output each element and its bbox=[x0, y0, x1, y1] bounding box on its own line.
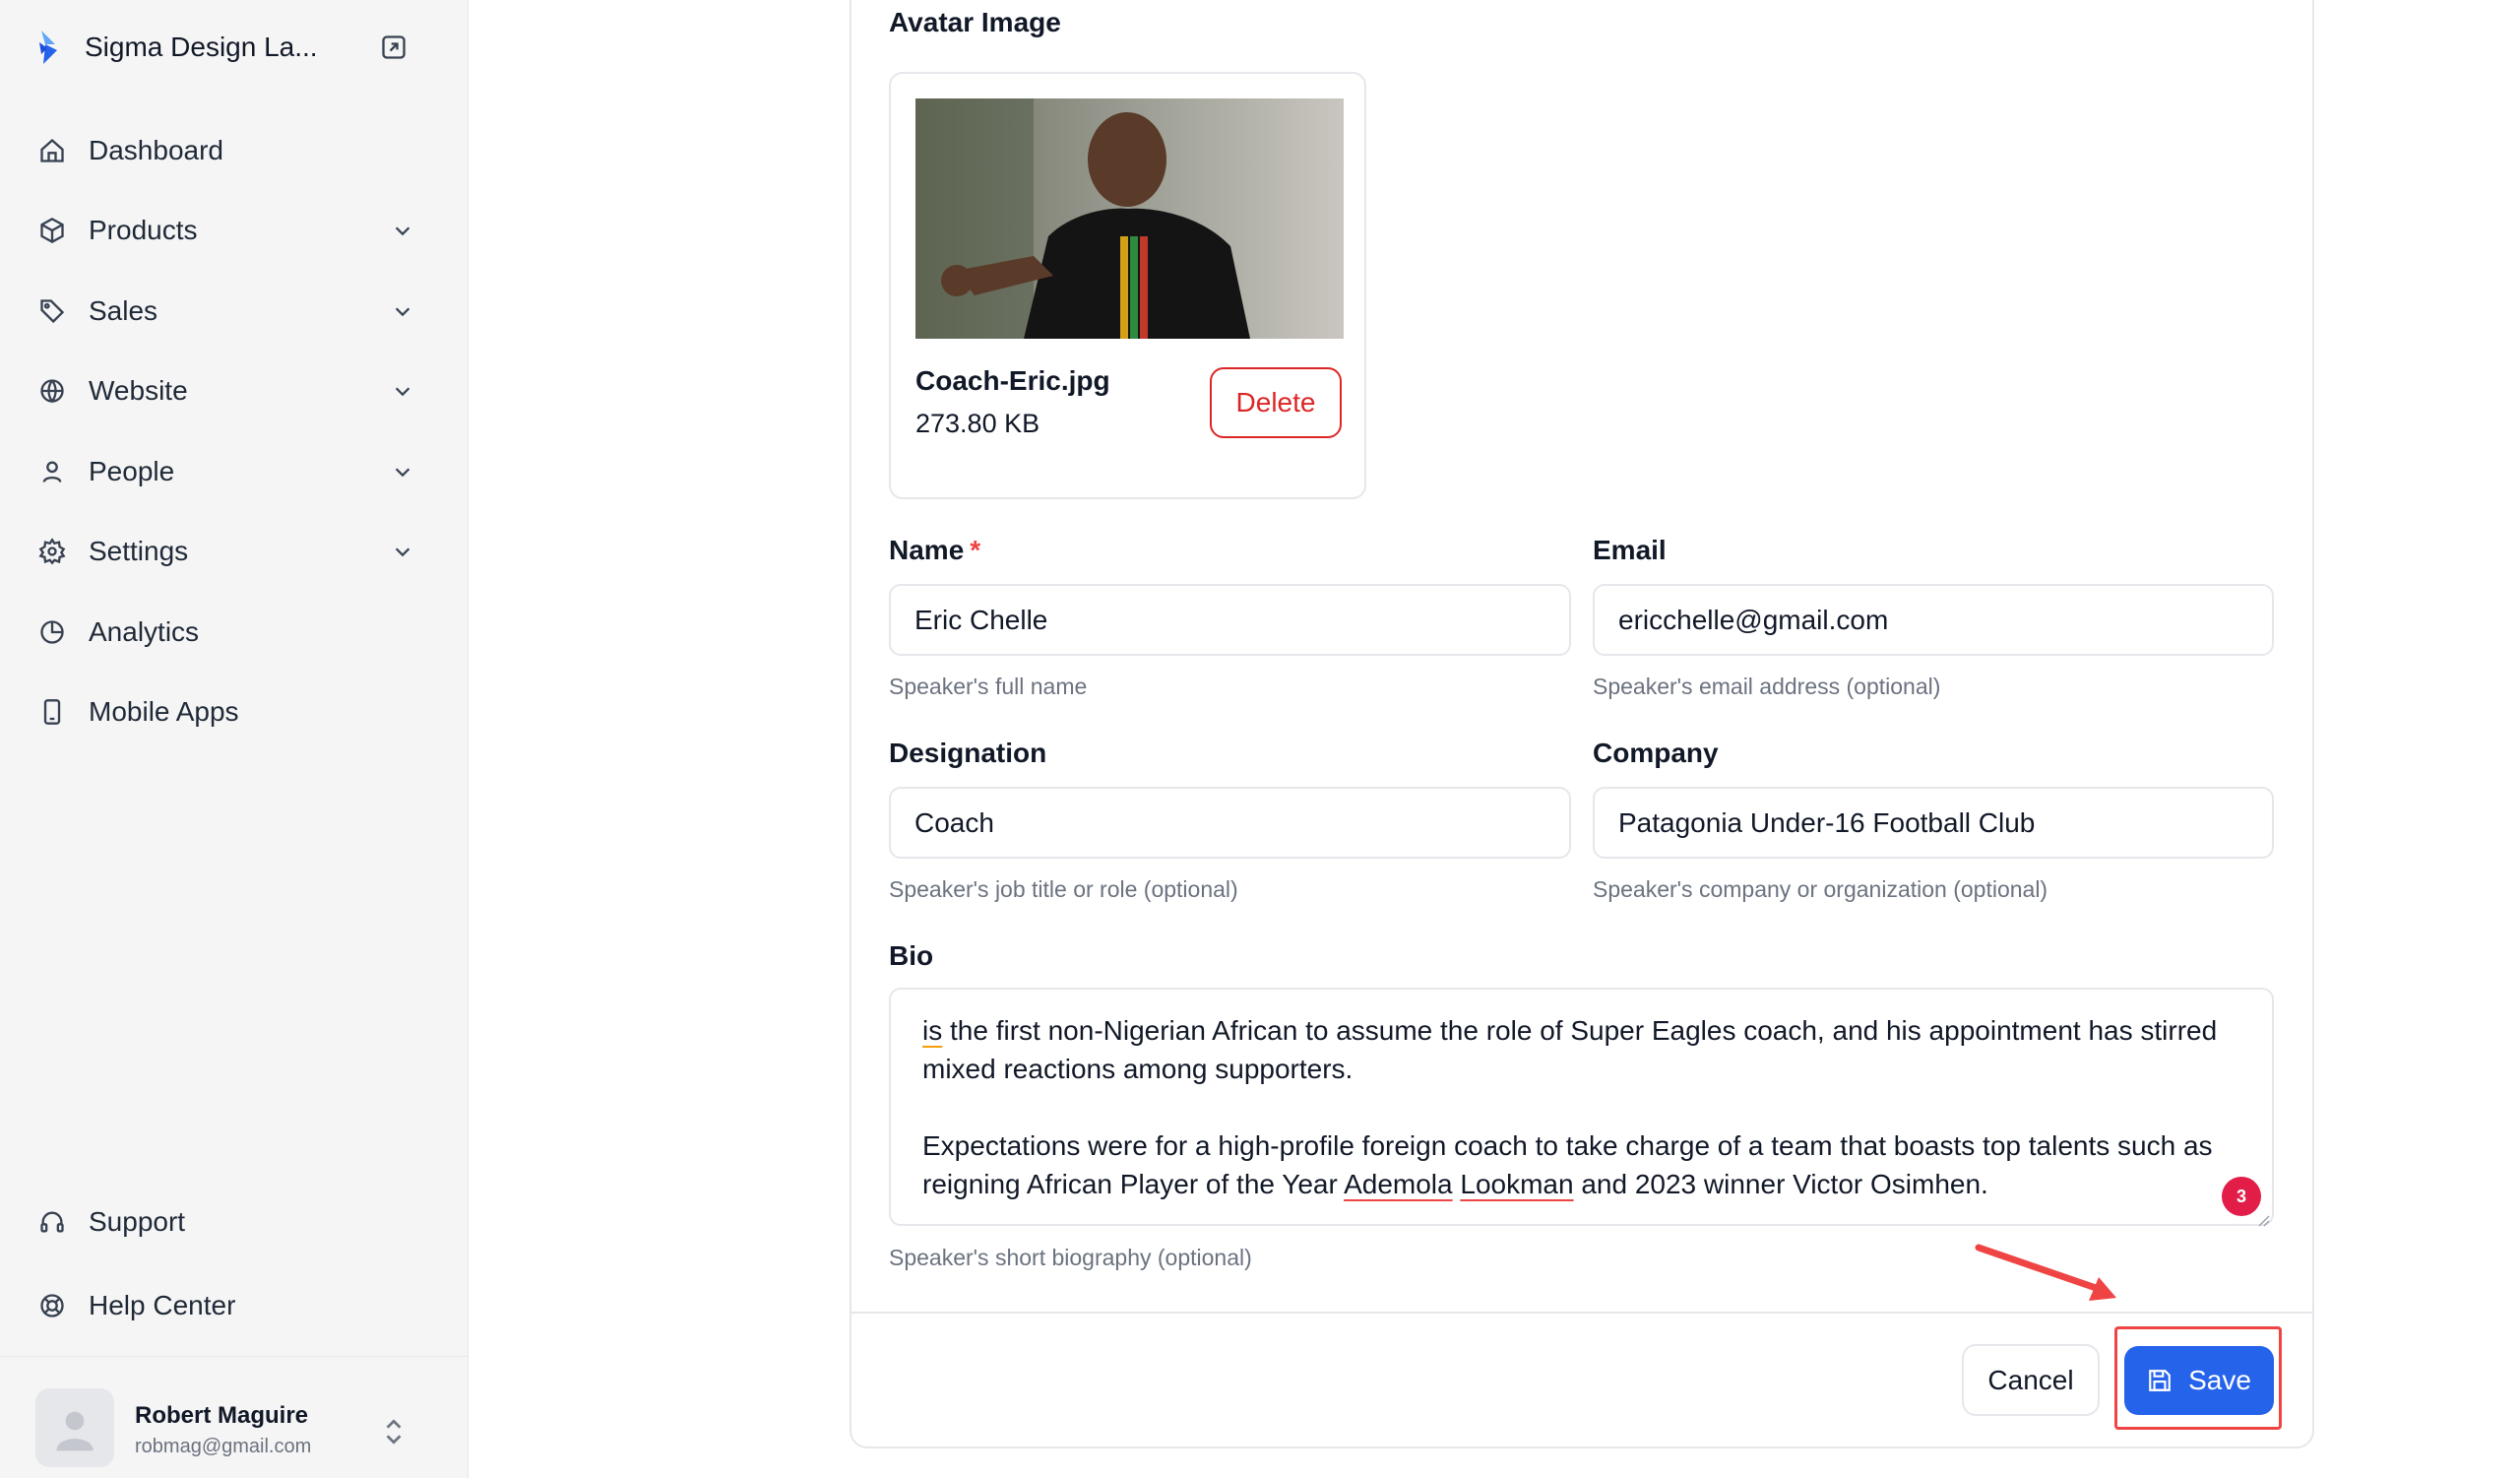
sidebar-item-label: Website bbox=[89, 375, 188, 407]
name-field[interactable]: Eric Chelle bbox=[889, 584, 1571, 656]
brand-logo-icon bbox=[35, 28, 63, 67]
lifebuoy-icon bbox=[37, 1291, 67, 1320]
designation-field-value: Coach bbox=[914, 806, 994, 838]
avatar-file-size: 273.80 KB bbox=[915, 409, 1040, 438]
sidebar-item-label: Analytics bbox=[89, 615, 200, 647]
designation-label: Designation bbox=[889, 738, 1047, 768]
sidebar-item-label: Help Center bbox=[89, 1289, 236, 1320]
bio-misspelled-word: Lookman bbox=[1460, 1169, 1574, 1199]
user-email: robmag@gmail.com bbox=[135, 1436, 312, 1457]
sidebar-item-label: Sales bbox=[89, 294, 158, 326]
pie-chart-icon bbox=[37, 617, 67, 647]
save-button-label: Save bbox=[2188, 1365, 2251, 1395]
chevron-up-down-icon[interactable] bbox=[374, 1412, 413, 1451]
name-field-value: Eric Chelle bbox=[914, 604, 1048, 635]
mobile-icon bbox=[37, 697, 67, 727]
sidebar-item-label: Support bbox=[89, 1205, 186, 1237]
sidebar-item-label: People bbox=[89, 455, 175, 486]
email-help: Speaker's email address (optional) bbox=[1593, 674, 1941, 699]
avatar-file-name: Coach-Eric.jpg bbox=[915, 365, 1110, 396]
company-field-value: Patagonia Under-16 Football Club bbox=[1618, 806, 2036, 838]
globe-icon bbox=[37, 376, 67, 406]
company-label: Company bbox=[1593, 738, 1719, 768]
main-nav: Dashboard Products Sales Website People … bbox=[24, 110, 417, 752]
email-label: Email bbox=[1593, 535, 1667, 565]
spellcheck-count-badge[interactable]: 3 bbox=[2222, 1177, 2261, 1216]
bio-blank-line bbox=[922, 1088, 2242, 1126]
bio-text: and 2023 winner Victor Osimhen. bbox=[1573, 1169, 1988, 1199]
headset-icon bbox=[37, 1207, 67, 1237]
company-field[interactable]: Patagonia Under-16 Football Club bbox=[1593, 787, 2274, 859]
sidebar: Sigma Design La... Dashboard Products Sa… bbox=[0, 0, 469, 1478]
sidebar-item-people[interactable]: People bbox=[24, 431, 417, 512]
sidebar-item-products[interactable]: Products bbox=[24, 191, 417, 272]
name-label: Name * bbox=[889, 535, 980, 566]
user-menu[interactable]: Robert Maguire robmag@gmail.com bbox=[0, 1356, 469, 1478]
user-icon bbox=[37, 457, 67, 486]
arrow-annotation-icon bbox=[1975, 1244, 2116, 1301]
sidebar-item-label: Mobile Apps bbox=[89, 696, 239, 728]
sidebar-item-sales[interactable]: Sales bbox=[24, 271, 417, 352]
tag-icon bbox=[37, 296, 67, 326]
sidebar-item-label: Products bbox=[89, 215, 198, 246]
gear-icon bbox=[37, 537, 67, 566]
email-field[interactable]: ericchelle@gmail.com bbox=[1593, 584, 2274, 656]
sidebar-item-support[interactable]: Support bbox=[24, 1180, 417, 1263]
sidebar-item-help-center[interactable]: Help Center bbox=[24, 1263, 417, 1347]
designation-help: Speaker's job title or role (optional) bbox=[889, 876, 1238, 902]
chevron-down-icon[interactable] bbox=[388, 216, 417, 245]
bottom-nav: Support Help Center bbox=[24, 1180, 417, 1347]
bio-flagged-word: is bbox=[922, 1015, 943, 1046]
sidebar-item-website[interactable]: Website bbox=[24, 352, 417, 432]
brand-switcher[interactable]: Sigma Design La... bbox=[35, 24, 410, 71]
bio-textarea[interactable]: is the first non-Nigerian African to ass… bbox=[889, 988, 2274, 1226]
save-button[interactable]: Save bbox=[2124, 1346, 2274, 1415]
sidebar-item-mobile-apps[interactable]: Mobile Apps bbox=[24, 673, 417, 753]
delete-avatar-button[interactable]: Delete bbox=[1210, 367, 1342, 438]
avatar-photo bbox=[915, 98, 1344, 339]
sidebar-item-settings[interactable]: Settings bbox=[24, 512, 417, 593]
sidebar-item-label: Dashboard bbox=[89, 134, 223, 165]
chevron-down-icon[interactable] bbox=[388, 537, 417, 566]
brand-name: Sigma Design La... bbox=[85, 32, 318, 62]
bio-help: Speaker's short biography (optional) bbox=[889, 1245, 1252, 1270]
bio-label: Bio bbox=[889, 940, 934, 971]
bio-paragraph: is the first non-Nigerian African to ass… bbox=[922, 1011, 2242, 1088]
name-label-text: Name bbox=[889, 535, 965, 565]
required-marker: * bbox=[970, 535, 981, 565]
avatar-image-label: Avatar Image bbox=[889, 7, 1061, 37]
box-icon bbox=[37, 216, 67, 245]
bio-text: the first non-Nigerian African to assume… bbox=[922, 1015, 2218, 1084]
bio-misspelled-word: Ademola bbox=[1344, 1169, 1453, 1199]
avatar-upload-preview: Coach-Eric.jpg 273.80 KB Delete bbox=[889, 72, 1366, 499]
save-icon bbox=[2147, 1368, 2173, 1393]
user-name: Robert Maguire bbox=[135, 1402, 309, 1429]
sidebar-item-analytics[interactable]: Analytics bbox=[24, 592, 417, 673]
company-help: Speaker's company or organization (optio… bbox=[1593, 876, 2048, 902]
sidebar-item-label: Settings bbox=[89, 536, 189, 567]
name-help: Speaker's full name bbox=[889, 674, 1088, 699]
chevron-down-icon[interactable] bbox=[388, 457, 417, 486]
chevron-down-icon[interactable] bbox=[388, 296, 417, 326]
bio-paragraph: Expectations were for a high-profile for… bbox=[922, 1126, 2242, 1203]
chevron-down-icon[interactable] bbox=[388, 376, 417, 406]
resize-grip-icon[interactable] bbox=[2254, 1211, 2270, 1227]
cancel-button[interactable]: Cancel bbox=[1962, 1344, 2100, 1416]
avatar bbox=[35, 1388, 114, 1467]
home-icon bbox=[37, 136, 67, 165]
sidebar-item-dashboard[interactable]: Dashboard bbox=[24, 110, 417, 191]
external-link-icon[interactable] bbox=[378, 32, 410, 63]
email-field-value: ericchelle@gmail.com bbox=[1618, 604, 1889, 635]
designation-field[interactable]: Coach bbox=[889, 787, 1571, 859]
